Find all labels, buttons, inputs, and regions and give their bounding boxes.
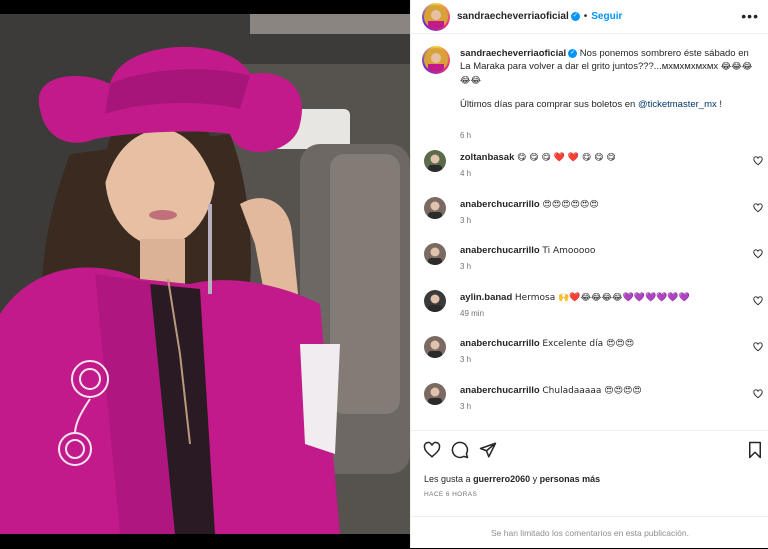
avatar-image [424, 48, 448, 72]
avatar[interactable] [424, 48, 448, 72]
comment-text: anaberchucarrillo Excelente día 😍😍😍 [460, 338, 634, 349]
likes-user-link[interactable]: guerrero2060 [473, 474, 530, 484]
avatar-image [424, 5, 448, 29]
post-photo [0, 0, 410, 548]
likes-summary: Les gusta a guerrero2060 y personas más [424, 474, 600, 484]
comment-like-heart-icon[interactable] [753, 156, 763, 166]
bookmark-icon[interactable] [746, 441, 764, 459]
post-header: sandraecheverriaoficial ✓ • Seguir ••• [411, 0, 768, 34]
verified-badge-icon: ✓ [568, 48, 578, 58]
comment-item: anaberchucarrillo Excelente día 😍😍😍 3 h [411, 336, 768, 376]
comment-username[interactable]: anaberchucarrillo [460, 245, 540, 256]
caption-line-2-prefix: Últimos días para comprar sus boletos en [460, 99, 636, 110]
instagram-post-modal: sandraecheverriaoficial ✓ • Seguir ••• sand… [0, 0, 768, 548]
comment-time[interactable]: 4 h [460, 169, 471, 178]
comment-username[interactable]: anaberchucarrillo [460, 338, 540, 349]
post-actions: Les gusta a guerrero2060 y personas más … [411, 430, 768, 515]
comment-body: Chuladaaaaa 😍😍😍😍 [542, 385, 642, 396]
heart-icon[interactable] [423, 441, 441, 459]
comment-item: zoltanbasak 😋 😋 😋 ❤️ ❤️ 😋 😋 😋 4 h [411, 150, 768, 190]
comment-time[interactable]: 3 h [460, 402, 471, 411]
post-side-panel: sandraecheverriaoficial ✓ • Seguir ••• sand… [410, 0, 768, 548]
avatar[interactable] [424, 150, 446, 172]
post-author-username[interactable]: sandraecheverriaoficial [457, 11, 569, 22]
comment-body: 😍😍😍😍😍😍 [542, 199, 599, 210]
avatar-image [428, 247, 442, 265]
header-user-line: sandraecheverriaoficial ✓ • Seguir [457, 11, 622, 22]
comment-text: anaberchucarrillo 😍😍😍😍😍😍 [460, 199, 599, 210]
separator-dot: • [583, 11, 588, 22]
likes-prefix: Les gusta a [424, 474, 471, 484]
comment-time[interactable]: 3 h [460, 262, 471, 271]
verified-badge-icon: ✓ [570, 11, 580, 21]
comment-item: anaberchucarrillo Chuladaaaaa 😍😍😍😍 3 h [411, 382, 768, 423]
avatar-image [428, 387, 442, 405]
avatar-image [428, 340, 442, 358]
mention-link[interactable]: @ticketmaster_mx [638, 99, 717, 110]
avatar[interactable] [424, 196, 446, 219]
caption-text: sandraecheverriaoficial ✓ Nos ponemos som… [460, 47, 756, 111]
avatar-image [428, 201, 442, 219]
comment-text: zoltanbasak 😋 😋 😋 ❤️ ❤️ 😋 😋 😋 [460, 152, 616, 163]
post-image[interactable] [0, 14, 410, 534]
caption-username[interactable]: sandraecheverriaoficial [460, 48, 566, 59]
comment-text: anaberchucarrillo Ti Amooooo [460, 245, 595, 256]
more-options-icon[interactable]: ••• [741, 8, 759, 24]
caption-line-2: Últimos días para comprar sus boletos en… [460, 98, 756, 111]
caption-time[interactable]: 6 h [460, 131, 471, 140]
comment-username[interactable]: anaberchucarrillo [460, 199, 540, 210]
woman-in-pink-hat-image [0, 14, 410, 534]
comments-list[interactable]: sandraecheverriaoficial ✓ Nos ponemos som… [411, 35, 768, 430]
share-icon[interactable] [479, 441, 497, 459]
avatar[interactable] [424, 336, 446, 358]
comment-like-heart-icon[interactable] [753, 249, 763, 259]
comment-body: Ti Amooooo [542, 246, 596, 256]
comments-limited-notice: Se han limitado los comentarios en esta … [411, 516, 768, 548]
likes-more-link[interactable]: personas más [540, 474, 601, 484]
comment-username[interactable]: anaberchucarrillo [460, 385, 540, 396]
comment-text: aylin.banad Hermosa 🙌❤️😂😂😂😂💜💜💜💜💜💜 [460, 292, 690, 303]
likes-and: y [532, 474, 538, 484]
follow-button[interactable]: Seguir [591, 11, 622, 22]
comment-like-heart-icon[interactable] [753, 388, 763, 399]
comment-body: 😋 😋 😋 ❤️ ❤️ 😋 😋 😋 [517, 153, 616, 163]
comment-username[interactable]: aylin.banad [460, 292, 512, 303]
comment-text: anaberchucarrillo Chuladaaaaa 😍😍😍😍 [460, 385, 642, 396]
avatar[interactable] [424, 382, 446, 405]
comment-body: Hermosa 🙌❤️😂😂😂😂💜💜💜💜💜💜 [514, 292, 690, 303]
avatar-image [428, 154, 442, 172]
avatar[interactable] [424, 289, 446, 312]
comment-item: anaberchucarrillo 😍😍😍😍😍😍 3 h [411, 196, 768, 237]
comment-item: aylin.banad Hermosa 🙌❤️😂😂😂😂💜💜💜💜💜💜 49 min [411, 289, 768, 330]
comment-like-heart-icon[interactable] [753, 342, 763, 352]
caption-line-2-suffix: ! [719, 99, 723, 110]
comment-like-heart-icon[interactable] [753, 202, 763, 213]
avatar-image [428, 294, 442, 312]
comment-item: anaberchucarrillo Ti Amooooo 3 h [411, 243, 768, 283]
comment-body: Excelente día 😍😍😍 [542, 339, 635, 349]
comment-time[interactable]: 49 min [460, 309, 484, 318]
comment-time[interactable]: 3 h [460, 216, 471, 225]
comment-username[interactable]: zoltanbasak [460, 152, 514, 163]
comment-like-heart-icon[interactable] [753, 295, 763, 306]
posted-time[interactable]: HACE 6 HORAS [424, 491, 477, 498]
comment-time[interactable]: 3 h [460, 355, 471, 364]
avatar[interactable] [424, 243, 446, 265]
comment-icon[interactable] [451, 441, 469, 459]
avatar[interactable] [424, 5, 448, 29]
